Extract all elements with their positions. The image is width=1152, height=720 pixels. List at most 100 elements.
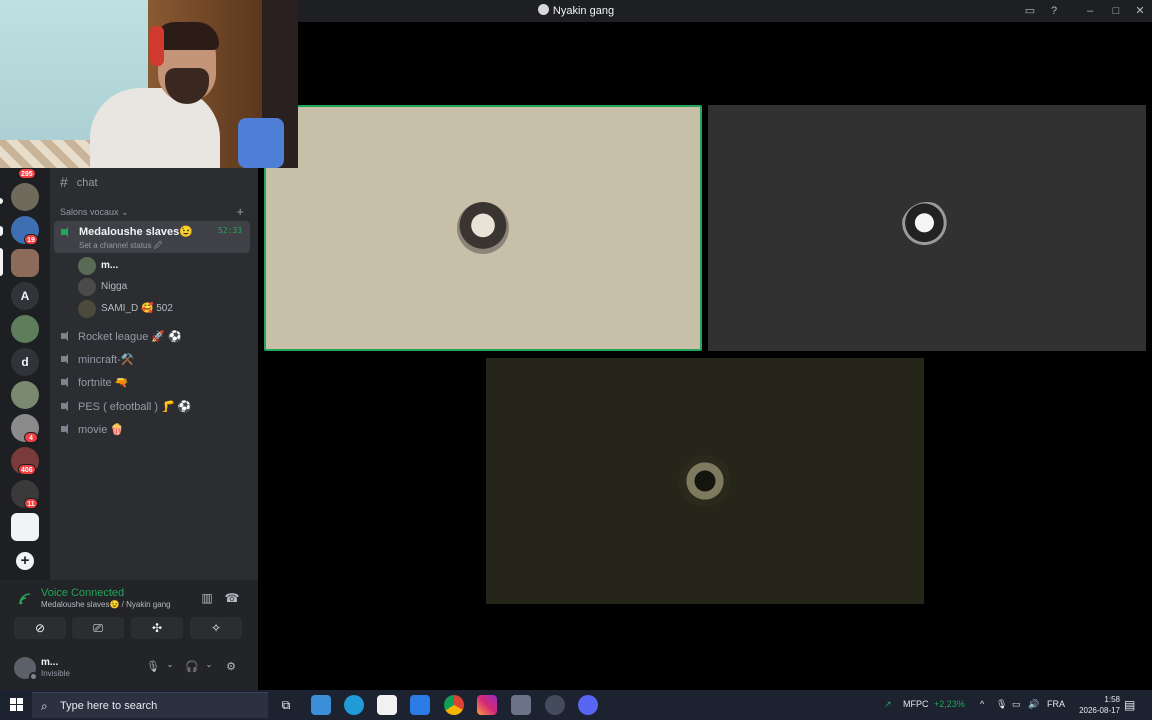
server-icon	[537, 4, 549, 15]
noise-suppression-icon[interactable]: ▥	[199, 591, 215, 607]
speaker-icon	[60, 376, 72, 388]
mention-badge: 406	[18, 464, 36, 475]
server-icon-1[interactable]	[11, 183, 39, 211]
voice-timer: 52:33	[217, 226, 242, 235]
maximize-button[interactable]: □	[1108, 3, 1124, 19]
server-icon-d[interactable]: d	[11, 348, 39, 376]
app-icon-4[interactable]	[545, 695, 565, 715]
server-icon-4[interactable]	[11, 381, 39, 409]
voice-channel-rocket-league[interactable]: Rocket league 🚀 ⚽	[60, 330, 182, 348]
network-icon[interactable]: ▭	[1012, 699, 1021, 710]
avatar	[78, 278, 96, 296]
voice-channel-fortnite[interactable]: fortnite 🔫	[60, 376, 128, 394]
voice-connected-title[interactable]: Voice Connected	[41, 587, 124, 599]
camera-button[interactable]: ⊘	[14, 617, 66, 639]
notifications-icon[interactable]: ▤	[1124, 698, 1135, 712]
inbox-icon[interactable]: ▭	[1022, 3, 1038, 19]
active-voice-channel[interactable]: Medaloushe slaves😉 Set a channel status …	[54, 221, 250, 253]
member-name: Nigga	[101, 281, 128, 292]
stock-change[interactable]: +2,23%	[934, 699, 965, 709]
user-panel: m... Invisible 🎙 ⌄ 🎧 ⌄ ⚙	[0, 652, 258, 690]
microphone-tray-icon[interactable]: 🎙	[996, 699, 1007, 710]
voice-channel-pes[interactable]: PES ( efootball ) 🦵 ⚽	[60, 400, 192, 418]
user-status: Invisible	[41, 669, 70, 678]
tray-chevron-icon[interactable]: ^	[980, 699, 984, 709]
add-server-icon[interactable]: +	[16, 552, 34, 570]
voice-channel-label: fortnite 🔫	[78, 377, 129, 389]
taskbar-search-box[interactable]: ⌕ Type here to search	[32, 692, 268, 718]
voice-connected-subtitle[interactable]: Medaloushe slaves😉 / Nyakin gang	[41, 600, 171, 609]
avatar	[457, 202, 509, 254]
category-header[interactable]: Salons vocaux ⌄	[60, 207, 129, 218]
avatar	[901, 202, 953, 254]
username[interactable]: m...	[41, 657, 58, 668]
participant-tile[interactable]	[708, 105, 1146, 351]
search-icon: ⌕	[41, 699, 48, 713]
participant-tile-speaking[interactable]	[264, 105, 702, 351]
stock-name[interactable]: MFPC	[903, 699, 929, 709]
edge-icon[interactable]	[344, 695, 364, 715]
stock-chart-icon: ↗	[884, 699, 892, 709]
speaker-icon	[60, 423, 72, 435]
window-title-text: Nyakin gang	[552, 5, 615, 17]
mention-badge: 295	[18, 168, 36, 179]
voice-channel-movie[interactable]: movie 🍿	[60, 423, 124, 441]
volume-icon[interactable]: 🔊	[1028, 699, 1039, 710]
active-voice-name: Medaloushe slaves😉	[79, 226, 193, 238]
chevron-down-icon[interactable]: ⌄	[202, 660, 216, 674]
server-icon-nyakin-gang[interactable]	[11, 249, 39, 277]
server-icon-a[interactable]: A	[11, 282, 39, 310]
app-icon-1[interactable]	[311, 695, 331, 715]
voice-channel-label: movie 🍿	[78, 424, 125, 436]
member-name: m...	[101, 260, 119, 271]
create-channel-icon[interactable]: +	[236, 204, 244, 219]
gear-icon[interactable]: ⚙	[224, 660, 238, 674]
status-indicator	[29, 672, 38, 681]
mention-badge: 4	[24, 432, 38, 443]
screen-share-button[interactable]: ⎚	[72, 617, 124, 639]
member-name: SAMI_D 🥰 502	[101, 303, 173, 314]
disconnect-icon[interactable]: ☎	[224, 591, 240, 607]
windows-start-icon[interactable]	[10, 698, 23, 711]
store-icon[interactable]	[377, 695, 397, 715]
text-channel-chat[interactable]: # chat	[60, 174, 98, 190]
windows-taskbar: ⌕ Type here to search ⧉ ↗ MFPC +2,23% ^ …	[0, 690, 1152, 720]
activities-button[interactable]: ✣	[131, 617, 183, 639]
speaker-icon	[60, 226, 72, 238]
avatar	[78, 257, 96, 275]
chevron-down-icon[interactable]: ⌄	[163, 660, 177, 674]
signal-icon[interactable]	[18, 592, 32, 606]
text-channel-label: chat	[76, 177, 98, 189]
clock-time: 1:58	[1104, 695, 1120, 704]
app-icon-3[interactable]	[511, 695, 531, 715]
participant-tile[interactable]	[486, 358, 924, 604]
app-icon-2[interactable]	[410, 695, 430, 715]
avatar	[679, 455, 731, 507]
webcam-overlay	[0, 0, 298, 168]
category-label: Salons vocaux	[60, 207, 119, 217]
discord-taskbar-icon[interactable]	[578, 695, 598, 715]
language-indicator[interactable]: FRA	[1047, 699, 1065, 709]
close-button[interactable]: ✕	[1132, 3, 1148, 19]
channel-status-prompt[interactable]: Set a channel status 🖉	[79, 240, 162, 254]
help-icon[interactable]: ?	[1046, 3, 1062, 19]
microphone-icon[interactable]: 🎙	[146, 660, 160, 674]
chrome-icon[interactable]	[444, 695, 464, 715]
minimize-button[interactable]: –	[1082, 3, 1098, 19]
hash-icon: #	[60, 174, 68, 190]
system-clock[interactable]: 1:58 2026-08-17	[1079, 694, 1120, 716]
discord-window: Nyakin gang ▭ ? – □ ✕ 295 19 A d 4 406 1…	[0, 0, 1152, 720]
dice-server-icon[interactable]	[11, 513, 39, 541]
speaker-icon	[60, 400, 72, 412]
instagram-icon[interactable]	[477, 695, 497, 715]
soundboard-button[interactable]: ✧	[190, 617, 242, 639]
voice-channel-label: mincraft-⚒️	[78, 354, 135, 366]
voice-channel-mincraft[interactable]: mincraft-⚒️	[60, 353, 134, 371]
speaker-icon	[60, 330, 72, 342]
channel-sidebar: # chat Salons vocaux ⌄ + Medaloushe slave…	[50, 168, 258, 580]
server-icon-3[interactable]	[11, 315, 39, 343]
search-placeholder: Type here to search	[60, 700, 158, 712]
voice-channel-label: Rocket league 🚀 ⚽	[78, 331, 182, 343]
task-view-icon[interactable]: ⧉	[276, 695, 296, 715]
headphones-icon[interactable]: 🎧	[185, 660, 199, 674]
